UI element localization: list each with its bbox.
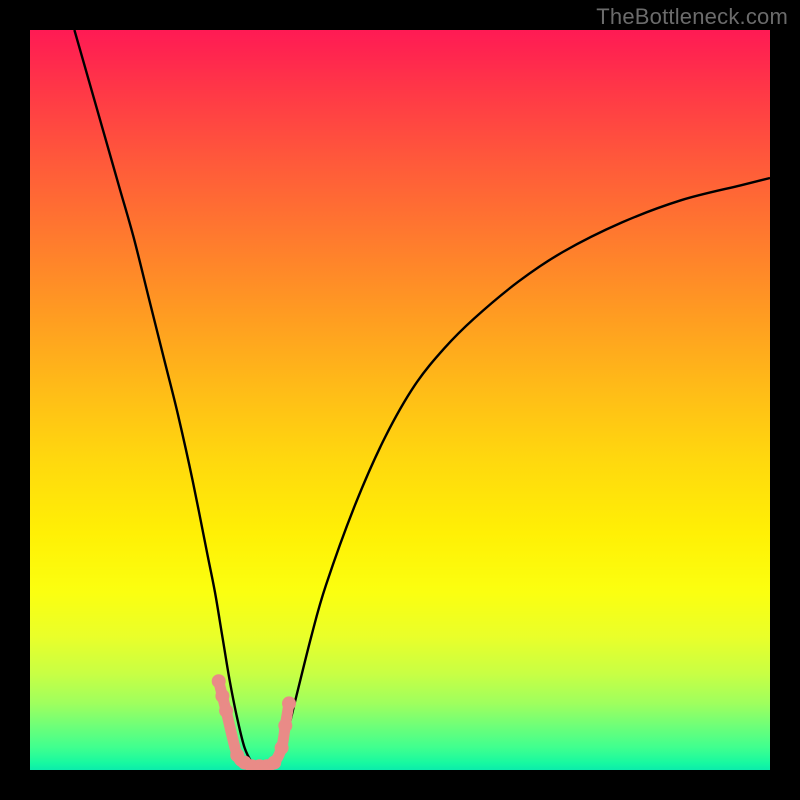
watermark-text: TheBottleneck.com: [596, 4, 788, 30]
marker-dot: [212, 674, 226, 688]
marker-dot: [278, 719, 292, 733]
marker-dot: [275, 741, 289, 755]
marker-dot: [219, 704, 233, 718]
marker-dot: [282, 696, 296, 710]
chart-frame: TheBottleneck.com: [0, 0, 800, 800]
marker-dot: [267, 756, 281, 770]
bottleneck-curve: [74, 30, 770, 770]
plot-area: [30, 30, 770, 770]
curve-svg: [30, 30, 770, 770]
marker-dot: [215, 689, 229, 703]
